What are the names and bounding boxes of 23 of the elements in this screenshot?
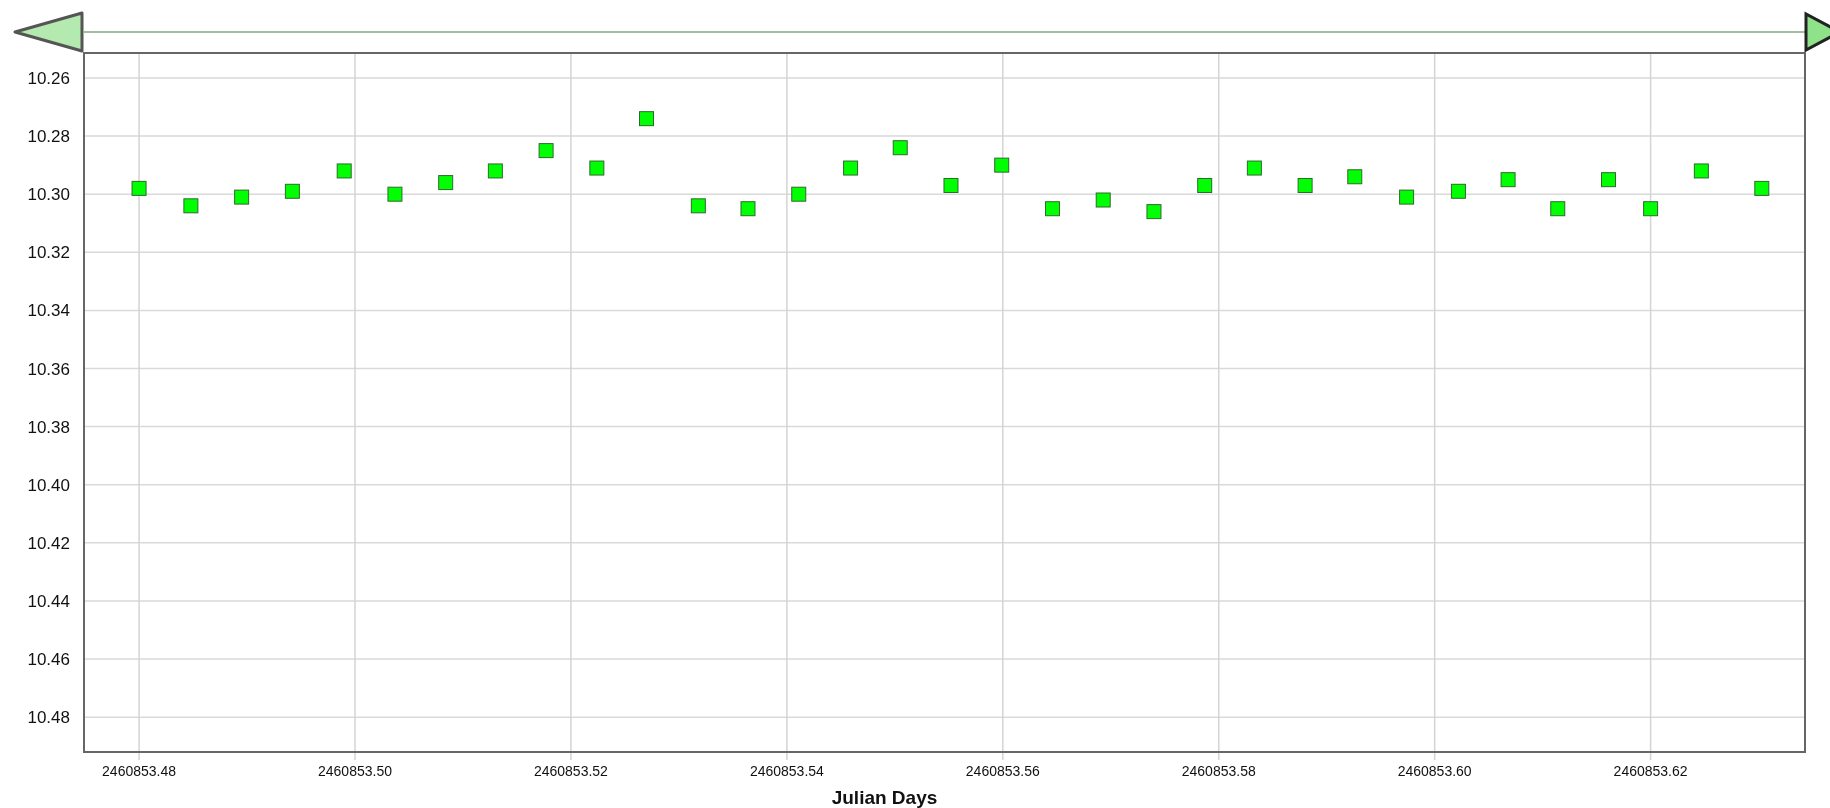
- x-axis-label: 2460853.62: [1613, 763, 1688, 779]
- x-axis-title: Julian Days: [831, 787, 938, 808]
- x-axis-label: 2460853.54: [749, 763, 824, 779]
- y-axis-label: 10.32: [27, 243, 70, 263]
- y-axis-label: 10.26: [27, 69, 70, 88]
- x-axis-label: 2460853.58: [1181, 763, 1256, 779]
- y-axis-label: 10.38: [27, 417, 70, 437]
- y-axis-label: 10.36: [27, 359, 70, 379]
- x-axis-label: 2460853.48: [102, 763, 177, 779]
- x-axis-label: 2460853.50: [318, 763, 392, 779]
- x-axis-label: 2460853.52: [533, 763, 608, 779]
- right-slider-handle[interactable]: [1804, 11, 1830, 53]
- y-axis-label: 10.40: [27, 475, 70, 495]
- x-axis-label: 2460853.56: [965, 763, 1040, 779]
- y-axis-label: 10.44: [27, 591, 70, 611]
- x-axis-label: 2460853.60: [1397, 763, 1472, 779]
- y-axis-label: 10.34: [27, 301, 70, 321]
- y-axis-label: 10.28: [27, 127, 70, 147]
- y-axis-label: 10.48: [27, 708, 70, 728]
- y-axis-label: 10.46: [27, 650, 70, 670]
- left-slider-handle[interactable]: [13, 11, 84, 53]
- y-axis-label: 10.42: [27, 533, 70, 553]
- y-axis-label: 10.30: [27, 185, 70, 205]
